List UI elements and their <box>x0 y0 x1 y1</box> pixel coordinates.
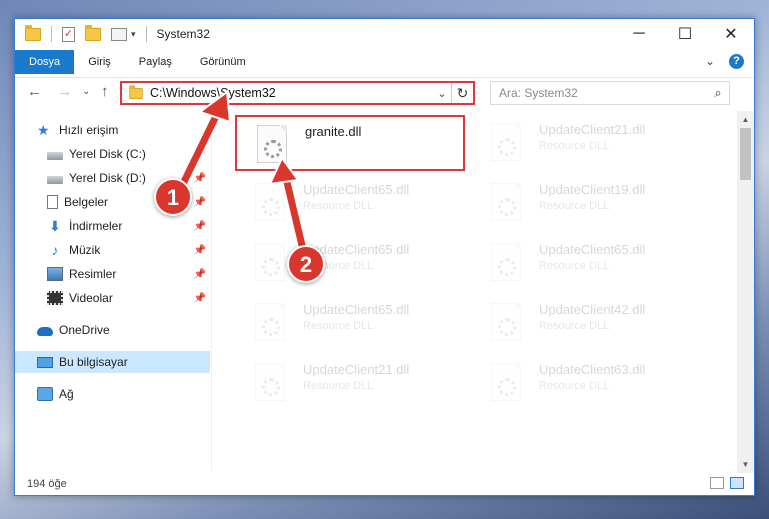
step-marker-1: 1 <box>154 178 192 216</box>
annotation-arrows <box>174 90 311 264</box>
arrow-1 <box>174 90 232 196</box>
step-marker-2: 2 <box>287 245 325 283</box>
arrow-2 <box>268 156 311 264</box>
